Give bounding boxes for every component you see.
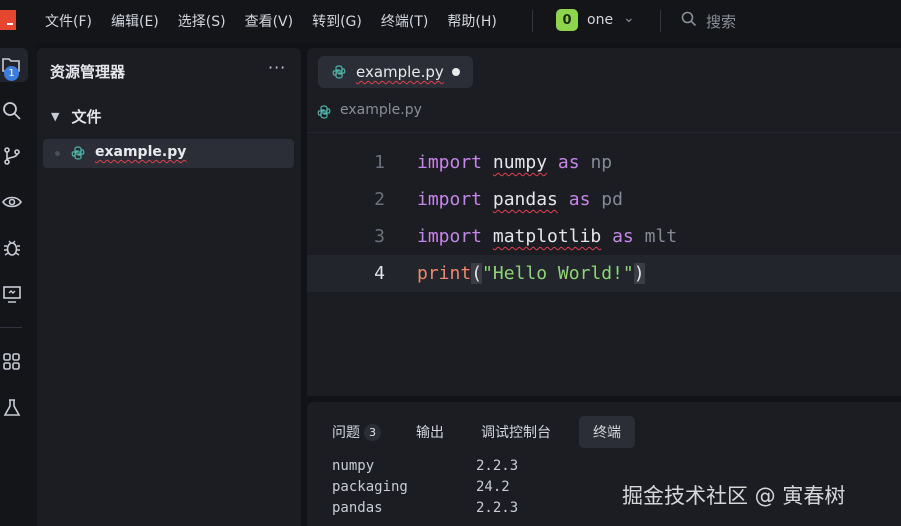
search-icon[interactable]	[681, 11, 697, 27]
python-file-icon	[332, 65, 346, 79]
menu-go[interactable]: 转到(G)	[312, 11, 362, 31]
testing-icon	[3, 399, 21, 416]
remote-icon	[3, 286, 21, 303]
python-file-icon	[317, 105, 331, 119]
terminal-row: pandas 2.2.3	[332, 500, 592, 521]
preview-button[interactable]	[0, 190, 24, 214]
package-name: numpy	[332, 458, 375, 474]
menu-help[interactable]: 帮助(H)	[447, 11, 496, 31]
remote-button[interactable]	[0, 282, 24, 306]
menubar-divider	[660, 10, 661, 32]
module-name: pandas	[492, 189, 558, 210]
keyword: as	[557, 152, 580, 173]
menu-selection[interactable]: 选择(S)	[178, 11, 226, 31]
tab-label: 调试控制台	[481, 425, 551, 441]
extensions-button[interactable]	[0, 350, 24, 374]
alias-name: mlt	[644, 226, 678, 247]
keyword: as	[612, 226, 634, 247]
alias-name: pd	[601, 189, 623, 210]
workspace-badge[interactable]: 0	[556, 9, 578, 31]
line-number: 3	[374, 226, 385, 247]
file-status-dot	[55, 151, 60, 156]
code-line[interactable]: 2 import pandas as pd	[307, 181, 901, 218]
tab-label: 问题	[332, 425, 360, 441]
string-literal: "Hello World!"	[482, 263, 634, 284]
editor-area: example.py example.py 1 import numpy as …	[307, 48, 901, 396]
search-icon	[3, 102, 21, 120]
menu-terminal[interactable]: 终端(T)	[381, 11, 428, 31]
file-item[interactable]: example.py	[43, 139, 294, 168]
menu-items: 文件(F) 编辑(E) 选择(S) 查看(V) 转到(G) 终端(T) 帮助(H…	[45, 0, 516, 42]
keyword: import	[417, 226, 483, 247]
folder-row[interactable]: ▼ 文件	[51, 106, 101, 127]
menu-bar: 文件(F) 编辑(E) 选择(S) 查看(V) 转到(G) 终端(T) 帮助(H…	[0, 0, 901, 42]
debug-button[interactable]	[0, 236, 24, 260]
file-name: example.py	[95, 144, 187, 160]
tab-problems[interactable]: 问题 3	[332, 416, 381, 448]
terminal-output[interactable]: numpy 2.2.3 packaging 24.2 pandas 2.2.3	[332, 458, 592, 521]
package-name: packaging	[332, 479, 408, 495]
python-file-icon	[71, 146, 85, 160]
keyword: as	[568, 189, 591, 210]
code-line-current[interactable]: 4 print("Hello World!")	[307, 255, 901, 292]
debug-icon	[4, 240, 20, 256]
unsaved-dot-icon[interactable]	[452, 68, 460, 76]
menu-edit[interactable]: 编辑(E)	[111, 11, 159, 31]
tab-label: 输出	[416, 425, 444, 441]
line-number: 2	[374, 189, 385, 210]
editor-tab[interactable]: example.py	[318, 56, 473, 88]
tab-terminal[interactable]: 终端	[579, 416, 635, 448]
chevron-down-icon: ▼	[51, 110, 60, 123]
package-version: 2.2.3	[476, 500, 519, 516]
code-line[interactable]: 1 import numpy as np	[307, 144, 901, 181]
search-box[interactable]: 搜索	[706, 11, 736, 32]
module-name: matplotlib	[492, 226, 602, 247]
keyword: import	[417, 152, 483, 173]
package-version: 24.2	[476, 479, 510, 495]
activity-bar: 1	[0, 42, 36, 526]
app-logo	[0, 10, 16, 30]
tab-debug-console[interactable]: 调试控制台	[481, 416, 551, 448]
explorer-title: 资源管理器	[50, 63, 126, 81]
close-paren: )	[633, 263, 645, 284]
extensions-icon	[3, 353, 20, 370]
explorer-button[interactable]: 1	[0, 48, 28, 82]
source-control-icon	[4, 147, 20, 165]
activity-divider	[0, 327, 22, 328]
package-name: pandas	[332, 500, 383, 516]
module-name: numpy	[492, 152, 548, 173]
chevron-down-icon[interactable]: ⌄	[623, 10, 635, 26]
folder-name: 文件	[71, 108, 102, 126]
workspace-name[interactable]: one	[587, 12, 613, 28]
tab-label: example.py	[356, 63, 444, 81]
menu-file[interactable]: 文件(F)	[45, 11, 92, 31]
menubar-divider	[532, 10, 533, 32]
alias-name: np	[590, 152, 613, 173]
breadcrumb[interactable]: example.py	[340, 102, 422, 118]
testing-button[interactable]	[0, 396, 24, 420]
explorer-panel: 资源管理器 ··· ▼ 文件 example.py	[37, 48, 301, 526]
more-actions-icon[interactable]: ···	[268, 58, 286, 77]
watermark: 掘金技术社区 @ 寅春树	[622, 484, 846, 508]
tab-output[interactable]: 输出	[416, 416, 444, 448]
package-version: 2.2.3	[476, 458, 519, 474]
editor-divider	[307, 132, 901, 133]
terminal-row: packaging 24.2	[332, 479, 592, 500]
explorer-badge: 1	[4, 66, 19, 81]
tab-label: 终端	[593, 425, 621, 441]
source-control-button[interactable]	[0, 144, 24, 168]
keyword: import	[417, 189, 483, 210]
open-paren: (	[471, 263, 483, 284]
line-number: 4	[374, 263, 385, 284]
function-name: print	[417, 263, 472, 284]
menu-view[interactable]: 查看(V)	[245, 11, 294, 31]
search-view-button[interactable]	[0, 99, 24, 123]
line-number: 1	[374, 152, 385, 173]
preview-icon	[2, 196, 22, 208]
terminal-row: numpy 2.2.3	[332, 458, 592, 479]
code-line[interactable]: 3 import matplotlib as mlt	[307, 218, 901, 255]
problems-count-badge: 3	[364, 423, 381, 441]
